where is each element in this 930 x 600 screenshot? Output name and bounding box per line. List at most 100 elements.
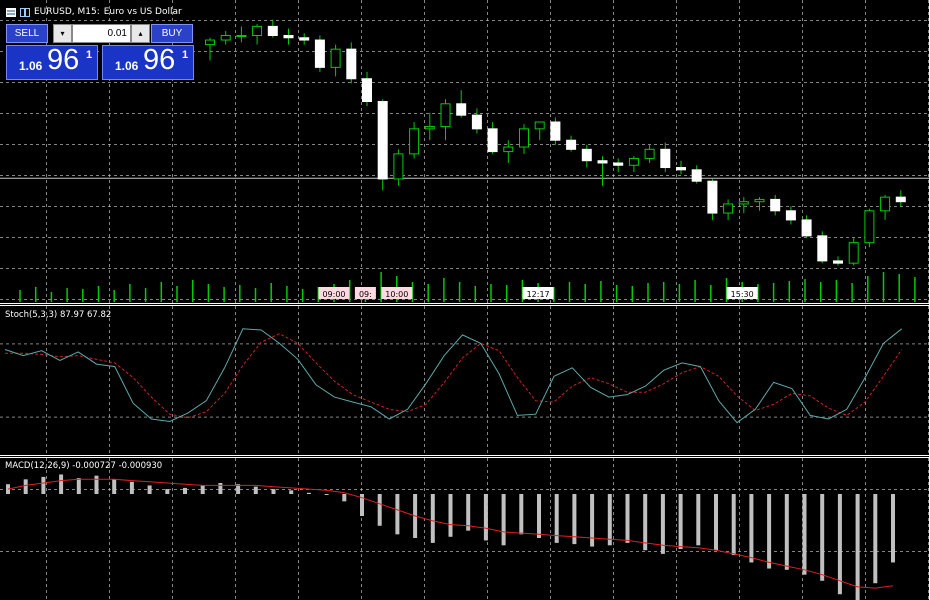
bull-candle [220, 34, 231, 41]
time-label: 10:00 [385, 290, 408, 299]
bear-candle [550, 121, 561, 141]
bull-candle [393, 153, 404, 180]
macd-histogram-bar [147, 485, 152, 494]
bull-candle [754, 198, 765, 203]
buy-button[interactable]: BUY [151, 24, 193, 43]
stoch-label: Stoch(5,3,3) 87.97 67.82 [5, 310, 112, 320]
buy-price-fraction: 1 [182, 49, 189, 61]
bull-candle [236, 34, 247, 37]
bear-candle [833, 260, 843, 264]
macd-histogram-bar [430, 494, 435, 543]
chart-window-icon [6, 7, 16, 17]
bear-candle [377, 101, 388, 180]
bull-candle [534, 121, 545, 130]
bear-candle [801, 219, 812, 237]
macd-histogram-bar [253, 486, 258, 494]
buy-price-prefix: 1.06 [115, 59, 139, 73]
one-click-trading-panel: SELL ▾ 0.01 ▴ BUY 1.06 96 1 1.06 96 1 [3, 21, 194, 81]
macd-histogram-bar [41, 476, 46, 494]
macd-histogram-bar [678, 494, 683, 549]
macd-histogram-bar [324, 494, 329, 495]
macd-histogram-bar [76, 478, 81, 494]
bear-candle [314, 39, 325, 68]
sell-button[interactable]: SELL [6, 24, 48, 43]
bear-candle [299, 37, 310, 41]
bull-candle [330, 48, 341, 68]
macd-histogram-bar [519, 494, 524, 535]
symbol-description: Euro vs US Dollar [103, 7, 182, 17]
bull-candle [440, 103, 451, 128]
sell-price-prefix: 1.06 [19, 59, 43, 73]
bear-candle [676, 167, 686, 171]
macd-histogram-bar [820, 494, 825, 581]
bear-candle [267, 25, 278, 36]
bear-candle [691, 169, 702, 182]
bull-candle [880, 196, 891, 212]
macd-histogram-bar [395, 494, 400, 535]
macd-histogram-bar [183, 487, 187, 494]
time-label: 15:30 [731, 290, 754, 299]
macd-histogram-bar [271, 489, 276, 494]
macd-histogram-bar [218, 483, 223, 494]
bull-candle [252, 25, 263, 36]
macd-histogram-bar [696, 494, 701, 546]
macd-histogram-bar [714, 494, 718, 551]
bull-candle [864, 210, 875, 244]
bear-candle [707, 180, 718, 214]
sell-price-pips: 96 [47, 44, 80, 76]
macd-histogram-bar [537, 494, 541, 538]
sell-price-box[interactable]: 1.06 96 1 [6, 44, 98, 80]
volume-increase-button[interactable]: ▴ [131, 24, 150, 43]
chart-title-bar: EURUSD, M15: Euro vs US Dollar [6, 5, 182, 19]
bear-candle [817, 235, 828, 262]
macd-histogram-bar [891, 494, 895, 563]
macd-histogram-bar [607, 494, 612, 546]
bear-candle [487, 128, 498, 153]
macd-histogram-bar [767, 494, 772, 569]
macd-histogram-bar [749, 494, 754, 563]
macd-histogram-bar [129, 481, 134, 494]
macd-histogram-bar [200, 485, 205, 494]
macd-histogram-bar [289, 490, 294, 494]
macd-histogram-bar [377, 494, 382, 526]
macd-histogram-bar [837, 494, 842, 595]
sell-price-fraction: 1 [86, 49, 93, 61]
macd-histogram-bar [165, 489, 170, 494]
bear-candle [283, 34, 294, 39]
macd-histogram-bar [466, 494, 471, 531]
macd-histogram-bar [802, 494, 807, 575]
bull-candle [644, 148, 655, 159]
time-label: 09:00 [322, 290, 345, 299]
buy-price-pips: 96 [143, 44, 176, 76]
bull-candle [503, 146, 514, 153]
macd-histogram-bar [23, 479, 28, 494]
macd-histogram-bar [784, 494, 789, 570]
bull-candle [723, 203, 734, 214]
bull-candle [409, 128, 420, 155]
bear-candle [362, 78, 372, 103]
volume-bars [19, 272, 930, 302]
time-label: 09: [359, 290, 372, 299]
bear-candle [785, 210, 796, 221]
buy-price-box[interactable]: 1.06 96 1 [102, 44, 194, 80]
stoch-signal-line [5, 333, 903, 419]
volume-decrease-button[interactable]: ▾ [53, 24, 72, 43]
bear-candle [770, 198, 781, 212]
bull-candle [738, 201, 749, 205]
macd-histogram-bar [625, 494, 630, 543]
bear-candle [456, 103, 467, 116]
chart-canvas[interactable]: 09:00 09: 10:00 12:17 15:30 [0, 0, 930, 600]
bull-candle [628, 157, 639, 166]
bear-candle [613, 162, 624, 166]
macd-label: MACD(12,26,9) -0.000727 -0.000930 [5, 461, 163, 471]
macd-histogram-bar [342, 494, 347, 502]
bear-candle [597, 160, 608, 164]
bear-candle [471, 114, 482, 130]
macd-histogram-bar [590, 494, 595, 547]
volume-input[interactable]: 0.01 [72, 24, 131, 43]
macd-pane [6, 474, 895, 600]
symbol-label: EURUSD, M15: [34, 7, 100, 17]
macd-histogram-bar [94, 475, 99, 494]
macd-histogram-bar [59, 474, 64, 494]
macd-histogram-bar [731, 494, 736, 556]
